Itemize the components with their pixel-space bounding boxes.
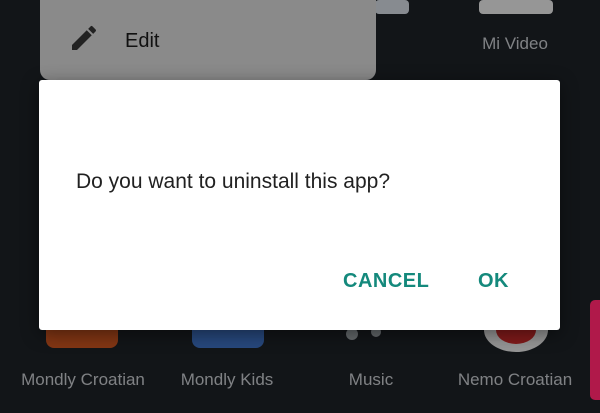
uninstall-dialog: Do you want to uninstall this app? CANCE… xyxy=(39,80,560,330)
cancel-button[interactable]: CANCEL xyxy=(343,270,429,293)
dialog-message: Do you want to uninstall this app? xyxy=(76,170,391,193)
context-menu: Edit xyxy=(40,0,376,80)
pencil-icon xyxy=(68,22,100,54)
edit-menu-item[interactable]: Edit xyxy=(125,30,159,53)
scrollbar-handle[interactable] xyxy=(590,300,600,400)
ok-button[interactable]: OK xyxy=(478,270,509,293)
